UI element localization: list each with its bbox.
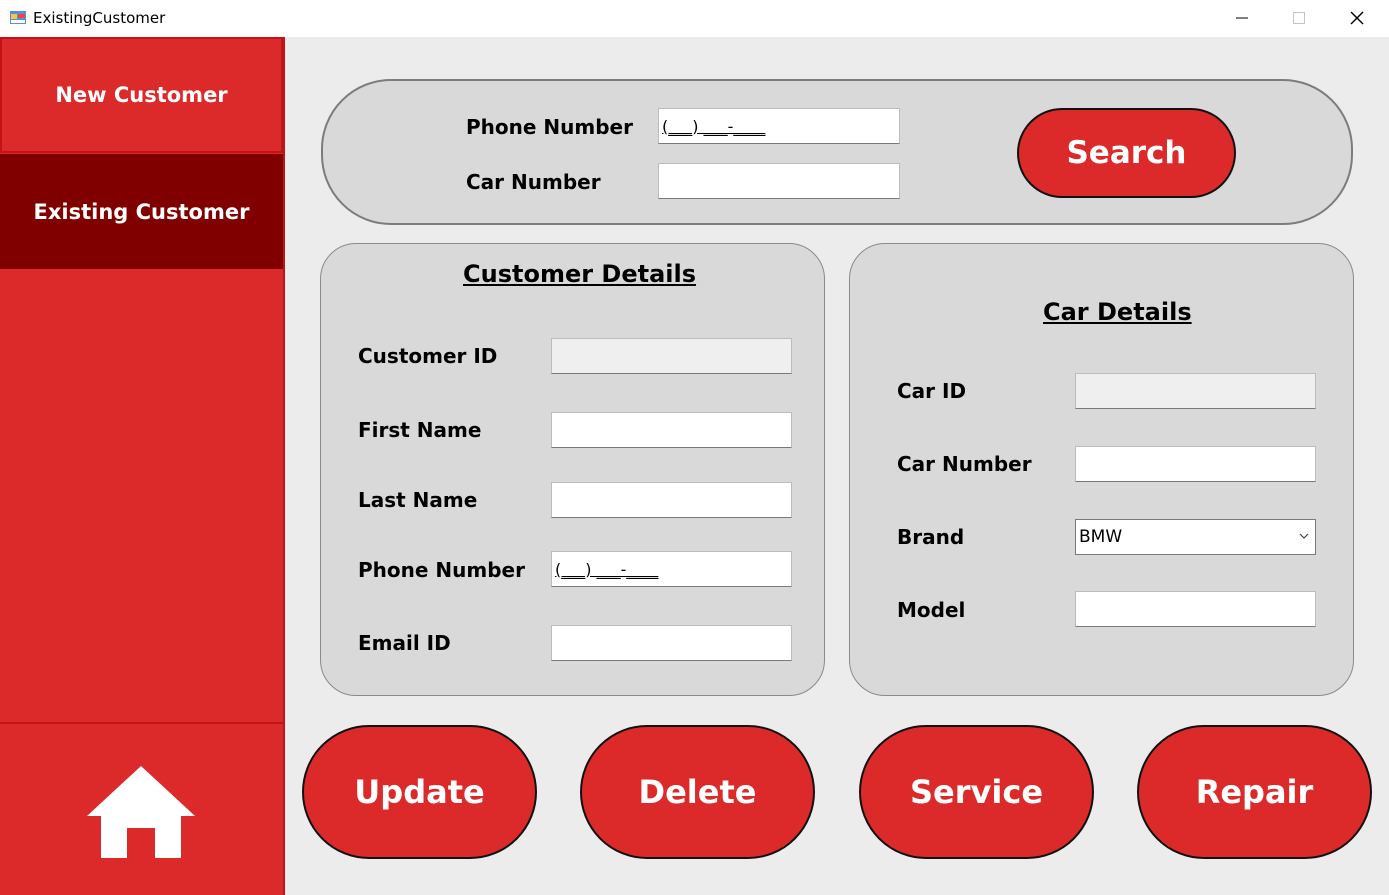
- customer-phone-label: Phone Number: [358, 558, 525, 582]
- email-label: Email ID: [358, 631, 451, 655]
- maximize-button[interactable]: [1276, 0, 1322, 36]
- search-car-label: Car Number: [466, 170, 601, 194]
- repair-button[interactable]: Repair: [1137, 725, 1372, 859]
- brand-select-value: BMW: [1079, 527, 1123, 547]
- car-id-field[interactable]: [1075, 373, 1316, 409]
- customer-id-label: Customer ID: [358, 344, 498, 368]
- update-button[interactable]: Update: [302, 725, 537, 859]
- window-titlebar: ExistingCustomer: [0, 0, 1389, 37]
- sidebar: New Customer Existing Customer: [0, 37, 285, 895]
- last-name-label: Last Name: [358, 488, 478, 512]
- minimize-icon: [1236, 17, 1248, 19]
- first-name-label: First Name: [358, 418, 482, 442]
- delete-button[interactable]: Delete: [580, 725, 815, 859]
- car-number-label: Car Number: [897, 452, 1032, 476]
- brand-label: Brand: [897, 525, 965, 549]
- minimize-button[interactable]: [1219, 0, 1265, 36]
- car-id-label: Car ID: [897, 379, 967, 403]
- brand-select[interactable]: BMW: [1075, 519, 1316, 555]
- home-icon: [87, 766, 195, 858]
- customer-phone-field[interactable]: [551, 551, 792, 587]
- search-phone-input[interactable]: [658, 108, 900, 144]
- form-app-icon: [10, 11, 26, 24]
- search-car-input[interactable]: [658, 163, 900, 199]
- model-field[interactable]: [1075, 591, 1316, 627]
- car-number-field[interactable]: [1075, 446, 1316, 482]
- search-button[interactable]: Search: [1017, 108, 1236, 198]
- window-title: ExistingCustomer: [33, 9, 166, 27]
- customer-id-field[interactable]: [551, 338, 792, 374]
- service-button[interactable]: Service: [859, 725, 1094, 859]
- home-button[interactable]: [0, 722, 283, 895]
- model-label: Model: [897, 598, 966, 622]
- email-field[interactable]: [551, 625, 792, 661]
- existing-customer-button[interactable]: Existing Customer: [0, 154, 283, 269]
- close-icon: [1350, 11, 1364, 25]
- close-button[interactable]: [1334, 0, 1380, 36]
- first-name-field[interactable]: [551, 412, 792, 448]
- car-details-heading: Car Details: [1043, 298, 1192, 326]
- last-name-field[interactable]: [551, 482, 792, 518]
- new-customer-button[interactable]: New Customer: [0, 37, 283, 153]
- customer-details-heading: Customer Details: [463, 260, 697, 288]
- maximize-icon: [1293, 12, 1305, 24]
- search-phone-label: Phone Number: [466, 115, 633, 139]
- chevron-down-icon: [1299, 533, 1309, 539]
